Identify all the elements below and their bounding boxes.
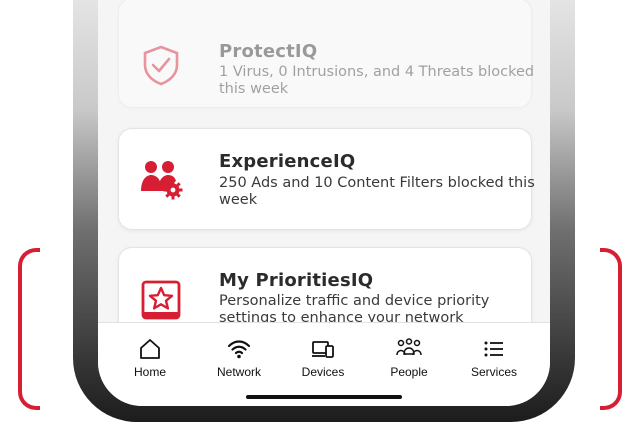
card-protectiq[interactable]: ProtectIQ 1 Virus, 0 Intrusions, and 4 T… <box>118 0 534 108</box>
card-title: My PrioritiesIQ <box>219 270 374 291</box>
card-title: ProtectIQ <box>219 41 318 62</box>
nav-label: People <box>390 365 428 379</box>
card-description: 250 Ads and 10 Content Filters blocked t… <box>219 175 535 208</box>
wifi-icon <box>227 340 251 359</box>
devices-icon <box>312 341 334 358</box>
home-icon <box>140 339 160 359</box>
nav-label: Devices <box>301 365 345 379</box>
home-indicator[interactable] <box>246 395 402 399</box>
card-title: ExperienceIQ <box>219 151 356 172</box>
phone-screen: ProtectIQ 1 Virus, 0 Intrusions, and 4 T… <box>98 0 550 406</box>
nav-label: Services <box>470 365 517 379</box>
shield-check-icon <box>143 45 179 86</box>
card-description: 1 Virus, 0 Intrusions, and 4 Threats blo… <box>219 64 535 97</box>
left-bracket-decoration <box>18 248 40 410</box>
list-icon <box>484 341 503 357</box>
nav-devices[interactable]: Devices <box>283 337 363 379</box>
bottom-navigation: Home Network Devices People Services <box>98 322 550 406</box>
nav-people[interactable]: People <box>369 337 449 379</box>
people-icon <box>396 338 422 356</box>
right-bracket-decoration <box>600 248 622 410</box>
nav-network[interactable]: Network <box>199 337 279 379</box>
star-flag-icon <box>141 280 181 320</box>
nav-services[interactable]: Services <box>454 337 534 379</box>
people-gear-icon <box>141 161 183 200</box>
nav-label: Home <box>133 365 166 379</box>
nav-home[interactable]: Home <box>110 337 190 379</box>
nav-label: Network <box>216 365 261 379</box>
card-experienceiq[interactable]: ExperienceIQ 250 Ads and 10 Content Filt… <box>118 128 535 230</box>
